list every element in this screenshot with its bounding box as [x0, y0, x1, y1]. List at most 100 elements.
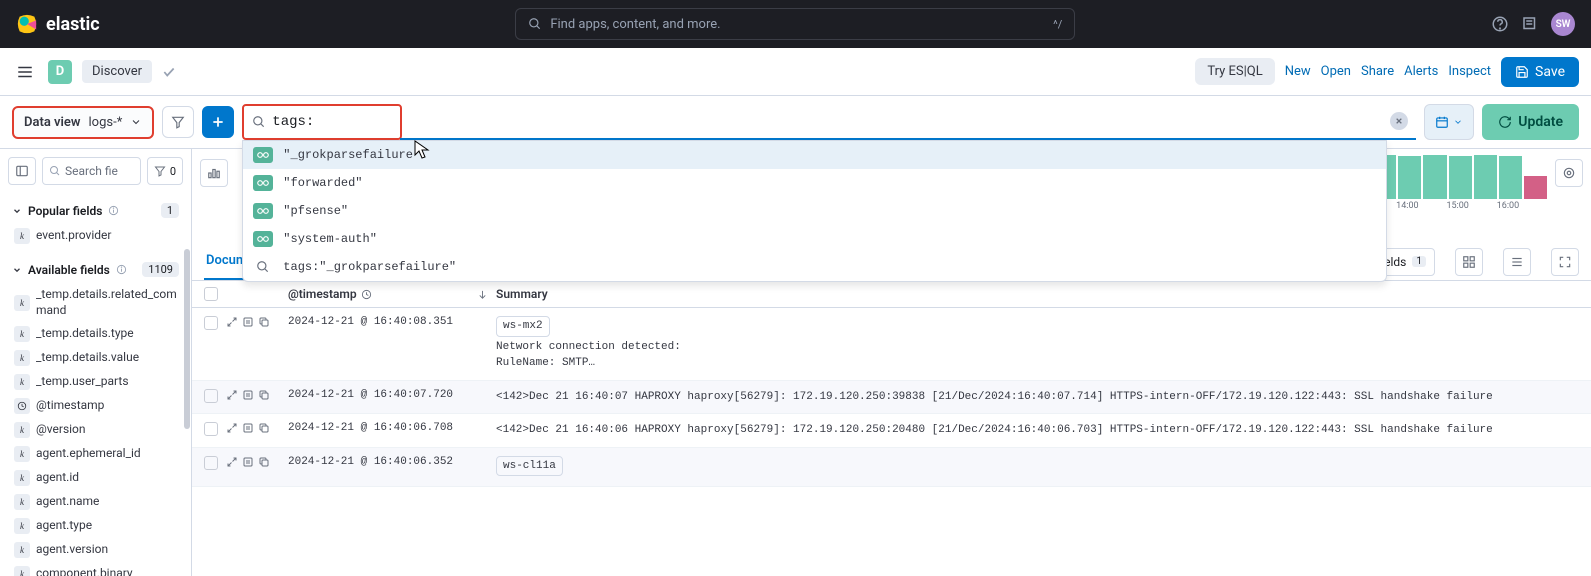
newsfeed-icon[interactable]	[1521, 15, 1539, 33]
fullscreen-button[interactable]	[1551, 248, 1579, 276]
field-name: agent.name	[36, 494, 99, 510]
col-summary[interactable]: Summary	[496, 287, 548, 301]
host-chip[interactable]: ws-cl11a	[496, 456, 563, 477]
nav-toggle-button[interactable]	[12, 59, 38, 85]
field-search-input[interactable]: Search fie	[42, 157, 141, 185]
field-item[interactable]: kcomponent.binary	[8, 562, 183, 576]
select-all-checkbox[interactable]	[204, 287, 218, 301]
filter-button[interactable]	[162, 106, 194, 138]
global-search[interactable]: Find apps, content, and more. ^/	[515, 8, 1075, 40]
field-type-icon: k	[14, 326, 30, 342]
field-item[interactable]: @timestamp	[8, 394, 183, 418]
display-options-button[interactable]	[1455, 248, 1483, 276]
field-name: event.provider	[36, 228, 111, 244]
app-subheader: D Discover Try ES|QL New Open Share Aler…	[0, 48, 1591, 96]
view-icon[interactable]	[242, 316, 254, 328]
chart-bar[interactable]	[1449, 156, 1472, 199]
field-type-icon: k	[14, 422, 30, 438]
popular-fields-header[interactable]: Popular fields 1	[8, 197, 183, 224]
row-checkbox[interactable]	[204, 456, 218, 470]
alerts-button[interactable]: Alerts	[1404, 64, 1438, 79]
chevron-down-icon	[12, 265, 22, 275]
share-button[interactable]: Share	[1361, 64, 1394, 79]
search-icon	[253, 259, 273, 275]
field-item[interactable]: kagent.name	[8, 490, 183, 514]
suggestion-text: "forwarded"	[283, 176, 362, 190]
query-input-rest[interactable]	[400, 104, 1416, 140]
field-item[interactable]: k@version	[8, 418, 183, 442]
view-icon[interactable]	[242, 422, 254, 434]
row-actions	[226, 389, 280, 401]
field-item[interactable]: k_temp.user_parts	[8, 370, 183, 394]
add-filter-button[interactable]	[202, 106, 234, 138]
suggestion-item[interactable]: "pfsense"	[243, 197, 1386, 225]
row-checkbox[interactable]	[204, 389, 218, 403]
brand[interactable]: elastic	[16, 13, 100, 35]
query-input[interactable]: tags:	[242, 104, 402, 140]
app-name-chip[interactable]: Discover	[82, 60, 152, 83]
sidebar-toggle-button[interactable]	[8, 157, 36, 185]
expand-icon[interactable]	[226, 422, 238, 434]
help-icon[interactable]	[1491, 15, 1509, 33]
copy-icon[interactable]	[258, 422, 270, 434]
field-item[interactable]: kagent.version	[8, 538, 183, 562]
dataview-selector[interactable]: Data view logs-*	[12, 106, 154, 139]
field-item[interactable]: k_temp.details.value	[8, 346, 183, 370]
field-item[interactable]: kagent.id	[8, 466, 183, 490]
col-timestamp[interactable]: @timestamp	[288, 287, 488, 301]
chart-bar[interactable]	[1499, 156, 1522, 199]
row-summary: <142>Dec 21 16:40:07 HAPROXY haproxy[562…	[496, 389, 1579, 406]
global-search-placeholder: Find apps, content, and more.	[550, 17, 720, 32]
field-name: component.binary	[36, 566, 133, 576]
expand-icon[interactable]	[226, 456, 238, 468]
inspect-button[interactable]: Inspect	[1448, 64, 1491, 79]
field-filter-button[interactable]: 0	[147, 157, 183, 185]
view-icon[interactable]	[242, 389, 254, 401]
field-item[interactable]: k_temp.details.type	[8, 322, 183, 346]
field-item[interactable]: kevent.provider	[8, 224, 183, 248]
row-checkbox[interactable]	[204, 422, 218, 436]
field-item[interactable]: k_temp.details.related_command	[8, 283, 183, 322]
histogram-toggle-button[interactable]	[200, 159, 228, 187]
suggestion-item[interactable]: "forwarded"	[243, 169, 1386, 197]
save-button[interactable]: Save	[1501, 57, 1579, 87]
copy-icon[interactable]	[258, 316, 270, 328]
chart-options-button[interactable]	[1555, 159, 1583, 187]
row-checkbox[interactable]	[204, 316, 218, 330]
table-header: @timestamp Summary	[192, 281, 1591, 308]
copy-icon[interactable]	[258, 456, 270, 468]
copy-icon[interactable]	[258, 389, 270, 401]
suggestion-text: "system-auth"	[283, 232, 377, 246]
save-icon	[1515, 65, 1529, 79]
field-item[interactable]: kagent.type	[8, 514, 183, 538]
new-button[interactable]: New	[1285, 64, 1311, 79]
clear-query-button[interactable]	[1390, 112, 1408, 130]
value-icon	[253, 203, 273, 219]
table-row: 2024-12-21 @ 16:40:06.708<142>Dec 21 16:…	[192, 414, 1591, 448]
available-fields-header[interactable]: Available fields 1109	[8, 256, 183, 283]
view-icon[interactable]	[242, 456, 254, 468]
chart-bar[interactable]	[1423, 155, 1446, 199]
avatar[interactable]: SW	[1551, 12, 1575, 36]
table-row: 2024-12-21 @ 16:40:08.351ws-mx2Network c…	[192, 308, 1591, 381]
expand-icon[interactable]	[226, 316, 238, 328]
chart-bar[interactable]	[1524, 176, 1547, 199]
dataview-value: logs-*	[89, 115, 123, 130]
suggestion-item[interactable]: "system-auth"	[243, 225, 1386, 253]
update-button[interactable]: Update	[1482, 104, 1579, 140]
suggestion-text: tags:"_grokparsefailure"	[283, 260, 456, 274]
density-button[interactable]	[1503, 248, 1531, 276]
row-actions	[226, 422, 280, 434]
sidebar-scrollbar[interactable]	[184, 249, 190, 429]
chart-bar[interactable]	[1398, 156, 1421, 199]
field-item[interactable]: kagent.ephemeral_id	[8, 442, 183, 466]
suggestion-item[interactable]: tags:"_grokparsefailure"	[243, 253, 1386, 281]
open-button[interactable]: Open	[1321, 64, 1351, 79]
host-chip[interactable]: ws-mx2	[496, 316, 550, 337]
chart-bar[interactable]	[1474, 155, 1497, 199]
expand-icon[interactable]	[226, 389, 238, 401]
chevron-down-icon	[1453, 117, 1463, 127]
try-esql-button[interactable]: Try ES|QL	[1195, 58, 1274, 85]
suggestion-item[interactable]: "_grokparsefailure"	[243, 141, 1386, 169]
date-picker-button[interactable]	[1424, 104, 1474, 140]
